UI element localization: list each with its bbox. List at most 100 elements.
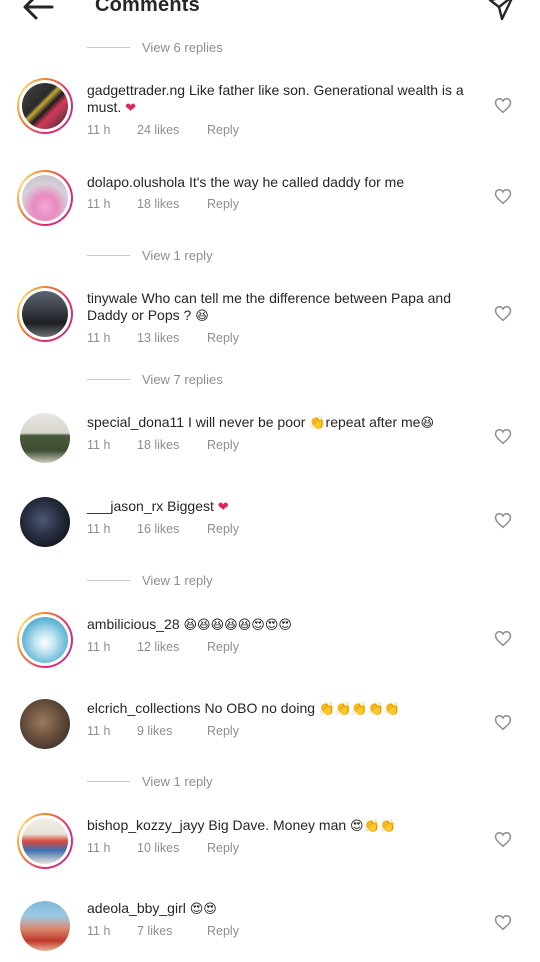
heart-icon[interactable] [494, 97, 512, 114]
reply-button[interactable]: Reply [207, 438, 239, 452]
heart-icon[interactable] [494, 914, 512, 931]
view-replies-label: View 7 replies [142, 371, 223, 387]
heart-icon[interactable] [494, 305, 512, 322]
comment-time: 11 h [87, 724, 111, 738]
heart-icon[interactable] [494, 512, 512, 529]
comment-username[interactable]: dolapo.olushola [87, 174, 185, 190]
red-heart-emoji: ❤ [125, 101, 137, 116]
arrow-left-icon [23, 0, 54, 20]
comment-likes[interactable]: 12 likes [137, 640, 207, 654]
comment-likes[interactable]: 7 likes [137, 924, 207, 938]
comment-likes[interactable]: 18 likes [137, 197, 207, 211]
view-replies-label: View 6 replies [142, 39, 223, 55]
view-replies-link[interactable]: View 1 reply [87, 570, 213, 590]
comment-username[interactable]: elcrich_collections [87, 700, 201, 716]
clapping-emoji: 👏👏👏👏👏 [318, 702, 400, 717]
comment-body: dolapo.olushola It's the way he called d… [87, 174, 482, 191]
comment-username[interactable]: adeola_bby_girl [87, 900, 186, 916]
divider [87, 579, 130, 581]
comment-username[interactable]: gadgettrader.ng [87, 82, 185, 98]
paper-plane-icon [488, 0, 513, 21]
laughing-emoji: 😆 [195, 309, 209, 324]
header: Comments [0, 0, 540, 24]
comment-username[interactable]: ambilicious_28 [87, 616, 180, 632]
clapping-emoji: 👏 [309, 416, 326, 431]
avatar[interactable] [17, 813, 73, 869]
red-heart-emoji: ❤ [217, 500, 229, 515]
reply-button[interactable]: Reply [207, 640, 239, 654]
avatar[interactable] [17, 612, 73, 668]
heart-icon[interactable] [494, 428, 512, 445]
comment-username[interactable]: bishop_kozzy_jayy [87, 817, 205, 833]
comment-body: tinywale Who can tell me the difference … [87, 290, 482, 325]
comment-likes[interactable]: 13 likes [137, 331, 207, 345]
reply-button[interactable]: Reply [207, 522, 239, 536]
comment-body: ambilicious_28 😆😆😆😆😆😍😍😍 [87, 616, 482, 634]
comment-body: special_dona11 I will never be poor 👏rep… [87, 414, 482, 432]
comment-body: gadgettrader.ng Like father like son. Ge… [87, 82, 482, 117]
divider [87, 378, 130, 380]
comment-time: 11 h [87, 924, 111, 938]
avatar[interactable] [17, 286, 73, 342]
comment-time: 11 h [87, 640, 111, 654]
divider [87, 254, 130, 256]
heart-eyes-emoji: 😍😍 [189, 902, 217, 917]
heart-icon[interactable] [494, 714, 512, 731]
reply-button[interactable]: Reply [207, 924, 239, 938]
reply-button[interactable]: Reply [207, 841, 239, 855]
comment-text: Biggest [167, 498, 214, 514]
comment-username[interactable]: ___jason_rx [87, 498, 163, 514]
divider [87, 780, 130, 782]
view-replies-label: View 1 reply [142, 773, 213, 789]
comment-likes[interactable]: 9 likes [137, 724, 207, 738]
comment-likes[interactable]: 18 likes [137, 438, 207, 452]
view-replies-link[interactable]: View 6 replies [87, 37, 223, 57]
reply-button[interactable]: Reply [207, 724, 239, 738]
comment-time: 11 h [87, 123, 111, 137]
avatar[interactable] [17, 170, 73, 226]
comment-text: repeat after me [325, 414, 421, 430]
comment-likes[interactable]: 10 likes [137, 841, 207, 855]
view-replies-label: View 1 reply [142, 247, 213, 263]
comment-username[interactable]: special_dona11 [87, 414, 184, 430]
avatar[interactable] [19, 900, 71, 952]
comment-meta: 11 h 18 likes Reply [87, 438, 239, 452]
comment-time: 11 h [87, 438, 111, 452]
comment-text: No OBO no doing [204, 700, 316, 716]
back-button[interactable] [18, 0, 58, 24]
share-button[interactable] [486, 0, 516, 22]
comment-meta: 11 h 10 likes Reply [87, 841, 239, 855]
comment-meta: 11 h 18 likes Reply [87, 197, 239, 211]
view-replies-label: View 1 reply [142, 572, 213, 588]
comment-meta: 11 h 7 likes Reply [87, 924, 239, 938]
emoji-reaction: 😆😆😆😆😆😍😍😍 [183, 618, 292, 633]
view-replies-link[interactable]: View 1 reply [87, 771, 213, 791]
comment-time: 11 h [87, 841, 111, 855]
comment-text: Who can tell me the difference between P… [87, 290, 451, 323]
avatar[interactable] [17, 78, 73, 134]
reply-button[interactable]: Reply [207, 197, 239, 211]
avatar[interactable] [19, 496, 71, 548]
comment-text: I will never be poor [187, 414, 306, 430]
comment-likes[interactable]: 16 likes [137, 522, 207, 536]
view-replies-link[interactable]: View 7 replies [87, 369, 223, 389]
divider [87, 46, 130, 48]
avatar[interactable] [19, 698, 71, 750]
comment-time: 11 h [87, 197, 111, 211]
comment-body: bishop_kozzy_jayy Big Dave. Money man 😍👏… [87, 817, 482, 835]
comment-likes[interactable]: 24 likes [137, 123, 207, 137]
heart-icon[interactable] [494, 831, 512, 848]
comment-meta: 11 h 24 likes Reply [87, 123, 239, 137]
reply-button[interactable]: Reply [207, 331, 239, 345]
comment-body: elcrich_collections No OBO no doing 👏👏👏👏… [87, 700, 482, 718]
comment-username[interactable]: tinywale [87, 290, 138, 306]
comment-meta: 11 h 12 likes Reply [87, 640, 239, 654]
comment-meta: 11 h 16 likes Reply [87, 522, 239, 536]
comment-time: 11 h [87, 522, 111, 536]
heart-icon[interactable] [494, 188, 512, 205]
heart-icon[interactable] [494, 630, 512, 647]
comment-body: ___jason_rx Biggest ❤ [87, 498, 482, 516]
view-replies-link[interactable]: View 1 reply [87, 245, 213, 265]
reply-button[interactable]: Reply [207, 123, 239, 137]
avatar[interactable] [19, 412, 71, 464]
